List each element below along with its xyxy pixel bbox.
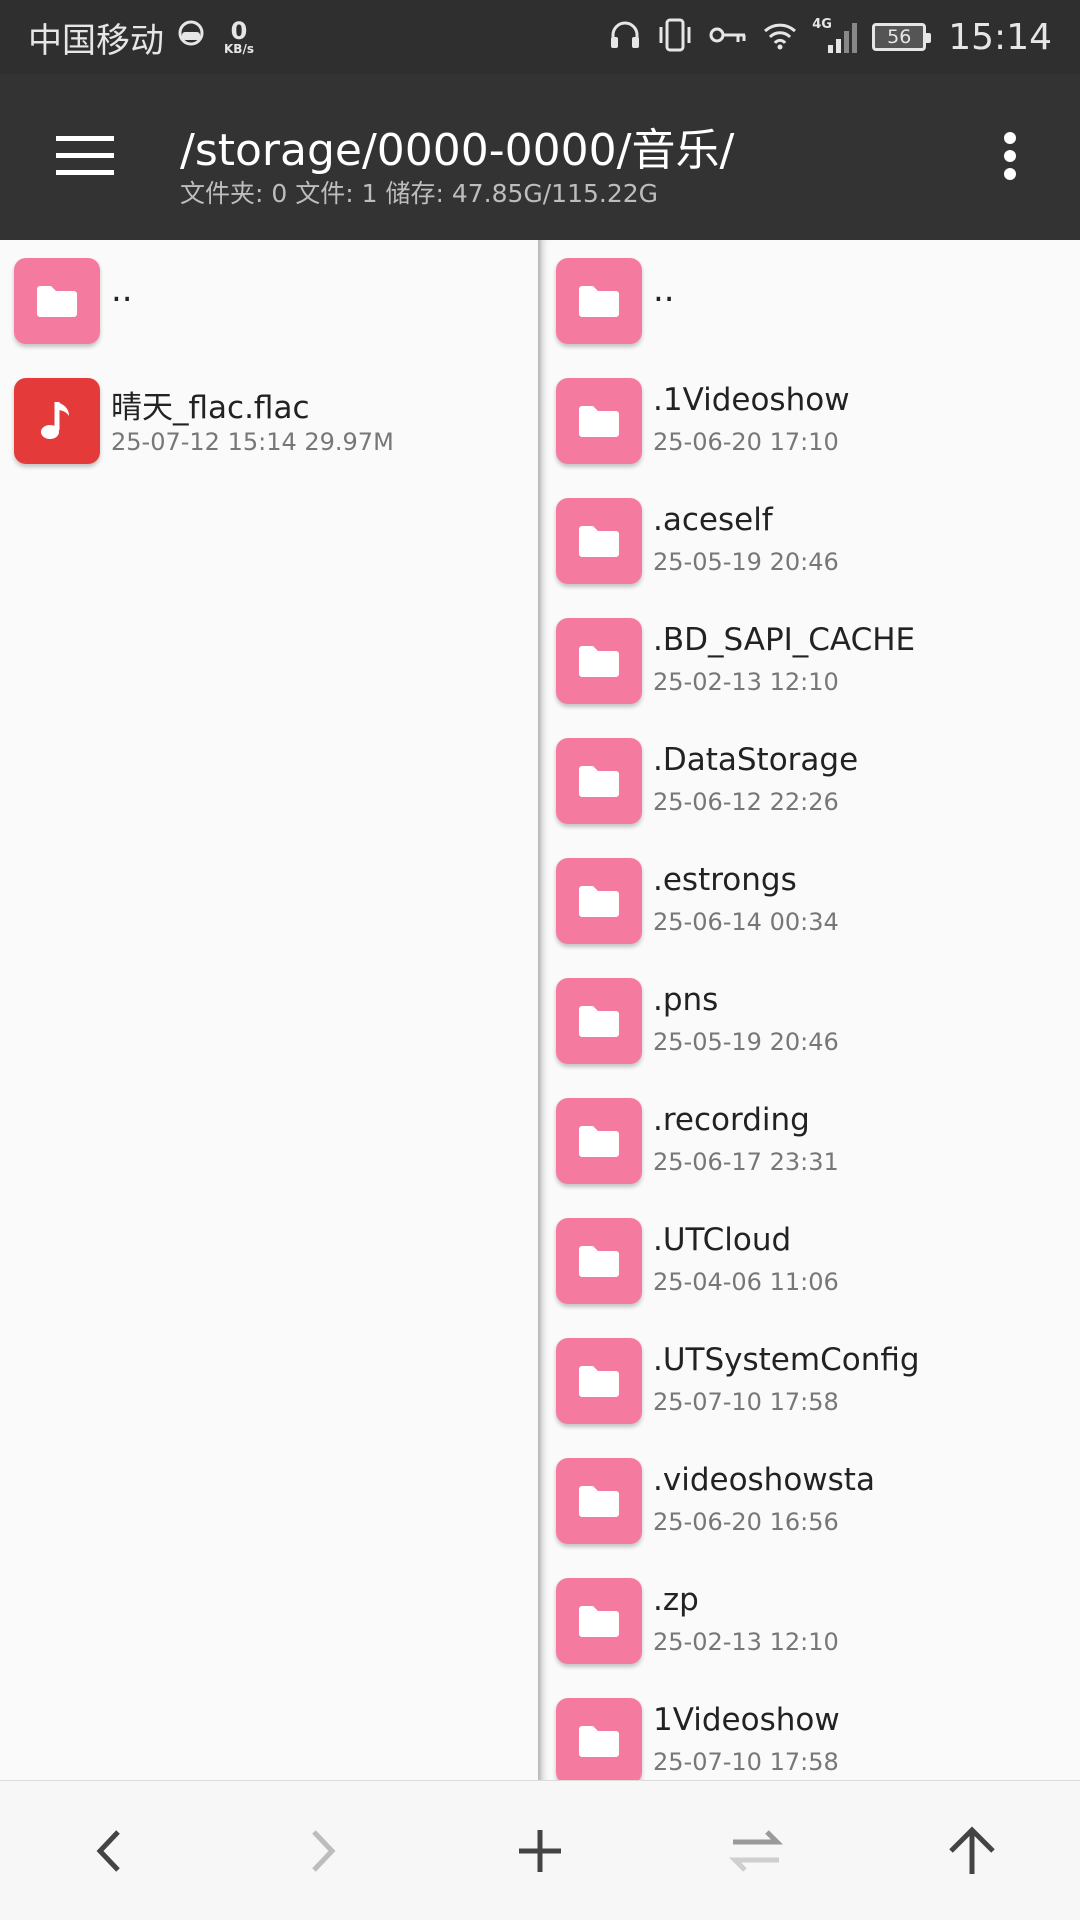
more-options-button[interactable] <box>980 118 1040 194</box>
file-name: 1Videoshow <box>653 1702 840 1738</box>
music-note-icon <box>14 378 100 464</box>
folder-row[interactable]: .estrongs 25-06-14 00:34 <box>542 840 1080 960</box>
folder-icon <box>14 258 100 344</box>
vibrate-icon <box>656 17 694 57</box>
folder-row[interactable]: .zp 25-02-13 12:10 <box>542 1560 1080 1680</box>
folder-row[interactable]: .DataStorage 25-06-12 22:26 <box>542 720 1080 840</box>
swap-panes-button[interactable] <box>696 1801 816 1901</box>
folder-row[interactable]: .videoshowsta 25-06-20 16:56 <box>542 1440 1080 1560</box>
left-file-pane[interactable]: .. 晴天_flac.flac 25-07-12 15:14 29.97M <box>0 240 540 1780</box>
folder-icon <box>556 978 642 1064</box>
file-row-parent[interactable]: .. <box>542 240 1080 360</box>
file-meta: 25-06-14 00:34 <box>653 908 839 936</box>
file-name: .BD_SAPI_CACHE <box>653 622 916 658</box>
folder-row[interactable]: .UTCloud 25-04-06 11:06 <box>542 1200 1080 1320</box>
plus-icon <box>519 1829 561 1872</box>
file-meta: 25-06-20 16:56 <box>653 1508 839 1536</box>
file-name: .. <box>111 270 133 310</box>
file-name: .. <box>653 270 675 310</box>
bottom-navigation-bar <box>0 1780 1080 1920</box>
folder-row[interactable]: .BD_SAPI_CACHE 25-02-13 12:10 <box>542 600 1080 720</box>
signal-icon: 4G <box>812 17 858 55</box>
parent-directory-button[interactable] <box>912 1801 1032 1901</box>
folder-row[interactable]: .aceself 25-05-19 20:46 <box>542 480 1080 600</box>
file-row[interactable]: 晴天_flac.flac 25-07-12 15:14 29.97M <box>0 360 540 480</box>
file-row-parent[interactable]: .. <box>0 240 540 360</box>
hamburger-icon <box>56 136 114 175</box>
more-vert-icon <box>1004 132 1016 180</box>
folder-row[interactable]: .1Videoshow 25-06-20 17:10 <box>542 360 1080 480</box>
file-name: .estrongs <box>653 862 797 898</box>
right-file-pane[interactable]: .. .1Videoshow 25-06-20 17:10 .aceself 2… <box>542 240 1080 1780</box>
folder-icon <box>556 618 642 704</box>
menu-button[interactable] <box>40 118 130 194</box>
file-name: .aceself <box>653 502 773 538</box>
folder-icon <box>556 378 642 464</box>
headphones-icon <box>608 18 642 56</box>
file-name: .pns <box>653 982 719 1018</box>
file-meta: 25-07-12 15:14 29.97M <box>111 428 394 456</box>
folder-row[interactable]: 1Videoshow 25-07-10 17:58 <box>542 1680 1080 1780</box>
file-name: .recording <box>653 1102 810 1138</box>
file-meta: 25-02-13 12:10 <box>653 1628 839 1656</box>
key-icon <box>708 22 748 52</box>
folder-icon <box>556 1338 642 1424</box>
folder-icon <box>556 258 642 344</box>
current-path: /storage/0000-0000/音乐/ <box>180 125 735 176</box>
folder-icon <box>556 738 642 824</box>
status-bar: 中国移动 0 KB/s 4G 56 15:14 <box>0 0 1080 74</box>
path-info: 文件夹: 0 文件: 1 储存: 47.85G/115.22G <box>180 179 659 208</box>
file-meta: 25-06-20 17:10 <box>653 428 839 456</box>
wifi-icon <box>762 20 798 54</box>
back-arrow-icon <box>96 1829 120 1872</box>
swap-icon <box>728 1829 784 1872</box>
folder-icon <box>556 1578 642 1664</box>
back-button[interactable] <box>48 1801 168 1901</box>
file-meta: 25-07-10 17:58 <box>653 1388 839 1416</box>
add-button[interactable] <box>480 1801 600 1901</box>
headset-icon <box>176 17 206 57</box>
folder-icon <box>556 498 642 584</box>
file-name: .1Videoshow <box>653 382 850 418</box>
file-name: .UTSystemConfig <box>653 1342 920 1378</box>
up-arrow-icon <box>949 1825 995 1874</box>
forward-button[interactable] <box>264 1801 384 1901</box>
file-meta: 25-05-19 20:46 <box>653 1028 839 1056</box>
file-meta: 25-06-17 23:31 <box>653 1148 839 1176</box>
folder-icon <box>556 858 642 944</box>
folder-row[interactable]: .pns 25-05-19 20:46 <box>542 960 1080 1080</box>
file-meta: 25-05-19 20:46 <box>653 548 839 576</box>
carrier-label: 中国移动 <box>28 20 164 61</box>
net-speed: 0 KB/s <box>224 17 254 56</box>
file-meta: 25-07-10 17:58 <box>653 1748 839 1776</box>
file-name: 晴天_flac.flac <box>111 390 310 426</box>
folder-icon <box>556 1698 642 1780</box>
clock: 15:14 <box>948 16 1052 58</box>
battery-icon: 56 <box>872 23 932 51</box>
file-name: .videoshowsta <box>653 1462 875 1498</box>
file-meta: 25-04-06 11:06 <box>653 1268 839 1296</box>
file-name: .DataStorage <box>653 742 859 778</box>
file-meta: 25-02-13 12:10 <box>653 668 839 696</box>
folder-icon <box>556 1098 642 1184</box>
folder-icon <box>556 1458 642 1544</box>
file-meta: 25-06-12 22:26 <box>653 788 839 816</box>
folder-row[interactable]: .UTSystemConfig 25-07-10 17:58 <box>542 1320 1080 1440</box>
folder-icon <box>556 1218 642 1304</box>
file-name: .UTCloud <box>653 1222 792 1258</box>
toolbar: /storage/0000-0000/音乐/ 文件夹: 0 文件: 1 储存: … <box>0 74 1080 240</box>
file-name: .zp <box>653 1582 699 1618</box>
folder-row[interactable]: .recording 25-06-17 23:31 <box>542 1080 1080 1200</box>
forward-arrow-icon <box>312 1829 336 1872</box>
